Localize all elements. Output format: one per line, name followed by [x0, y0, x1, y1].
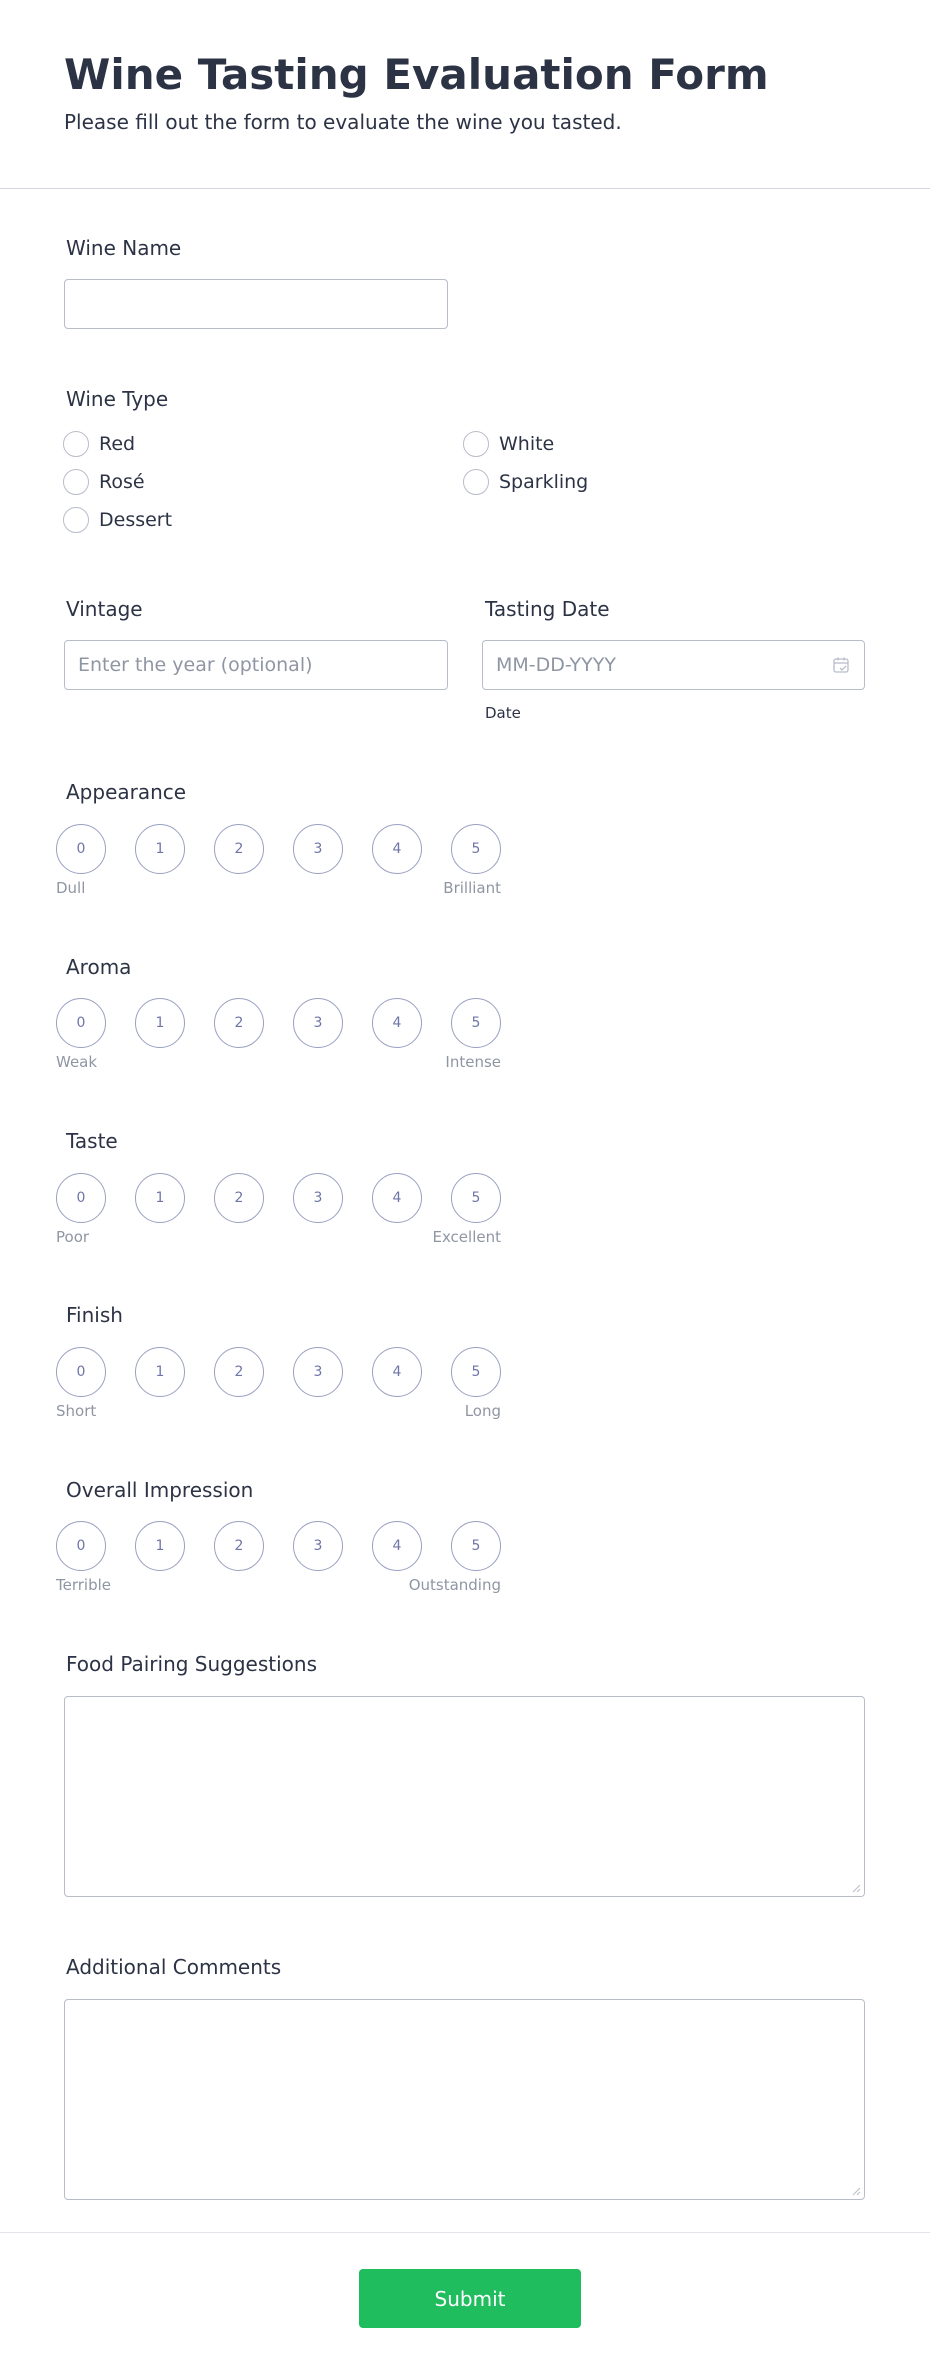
overall-rating-3[interactable]: 3	[293, 1521, 343, 1571]
finish-label: Finish	[66, 1303, 123, 1327]
radio-rose[interactable]: Rosé	[63, 468, 145, 496]
wine-type-label: Wine Type	[66, 387, 169, 411]
aroma-rating-1[interactable]: 1	[135, 998, 185, 1048]
tasting-date-label: Tasting Date	[485, 597, 610, 621]
appearance-rating-4[interactable]: 4	[372, 824, 422, 874]
appearance-rating-2[interactable]: 2	[214, 824, 264, 874]
finish-rating-4[interactable]: 4	[372, 1347, 422, 1397]
submit-button[interactable]: Submit	[359, 2269, 581, 2328]
vintage-placeholder: Enter the year (optional)	[78, 654, 313, 676]
tasting-date-sublabel: Date	[485, 704, 521, 722]
overall-rating-2[interactable]: 2	[214, 1521, 264, 1571]
resize-handle-icon[interactable]	[851, 1883, 861, 1893]
calendar-icon[interactable]	[832, 656, 850, 674]
taste-rating-3[interactable]: 3	[293, 1173, 343, 1223]
food-pairing-textarea[interactable]	[64, 1696, 865, 1897]
taste-rating-1[interactable]: 1	[135, 1173, 185, 1223]
radio-circle[interactable]	[63, 507, 89, 533]
overall-low-caption: Terrible	[56, 1576, 111, 1594]
appearance-rating-5[interactable]: 5	[451, 824, 501, 874]
finish-rating-2[interactable]: 2	[214, 1347, 264, 1397]
wine-name-input[interactable]	[64, 279, 448, 329]
aroma-rating-3[interactable]: 3	[293, 998, 343, 1048]
appearance-label: Appearance	[66, 780, 187, 804]
finish-rating-3[interactable]: 3	[293, 1347, 343, 1397]
taste-rating-5[interactable]: 5	[451, 1173, 501, 1223]
vintage-label: Vintage	[66, 597, 143, 621]
wine-name-label: Wine Name	[66, 236, 182, 260]
appearance-rating-3[interactable]: 3	[293, 824, 343, 874]
tasting-date-input[interactable]: MM-DD-YYYY	[482, 640, 865, 690]
finish-rating-5[interactable]: 5	[451, 1347, 501, 1397]
aroma-rating-0[interactable]: 0	[56, 998, 106, 1048]
taste-rating-4[interactable]: 4	[372, 1173, 422, 1223]
radio-label-white: White	[499, 433, 555, 455]
appearance-low-caption: Dull	[56, 879, 86, 897]
radio-white[interactable]: White	[463, 430, 554, 458]
taste-low-caption: Poor	[56, 1228, 90, 1246]
appearance-high-caption: Brilliant	[443, 879, 501, 897]
radio-label-rose: Rosé	[99, 471, 145, 493]
food-pairing-label: Food Pairing Suggestions	[66, 1652, 318, 1676]
radio-circle[interactable]	[63, 431, 89, 457]
overall-rating-5[interactable]: 5	[451, 1521, 501, 1571]
radio-label-dessert: Dessert	[99, 509, 173, 531]
finish-rating-0[interactable]: 0	[56, 1347, 106, 1397]
taste-high-caption: Excellent	[432, 1228, 501, 1246]
radio-label-sparkling: Sparkling	[499, 471, 589, 493]
aroma-rating-5[interactable]: 5	[451, 998, 501, 1048]
aroma-rating-2[interactable]: 2	[214, 998, 264, 1048]
aroma-rating-4[interactable]: 4	[372, 998, 422, 1048]
appearance-rating-0[interactable]: 0	[56, 824, 106, 874]
radio-sparkling[interactable]: Sparkling	[463, 468, 588, 496]
comments-textarea[interactable]	[64, 1999, 865, 2200]
form-header: Wine Tasting Evaluation Form Please fill…	[0, 0, 930, 189]
comments-label: Additional Comments	[66, 1955, 282, 1979]
overall-impression-label: Overall Impression	[66, 1478, 254, 1502]
aroma-high-caption: Intense	[445, 1053, 501, 1071]
appearance-rating-1[interactable]: 1	[135, 824, 185, 874]
finish-high-caption: Long	[464, 1402, 501, 1420]
radio-circle[interactable]	[463, 431, 489, 457]
radio-label-red: Red	[99, 433, 136, 455]
overall-rating-1[interactable]: 1	[135, 1521, 185, 1571]
aroma-low-caption: Weak	[56, 1053, 98, 1071]
taste-rating-0[interactable]: 0	[56, 1173, 106, 1223]
radio-circle[interactable]	[463, 469, 489, 495]
radio-red[interactable]: Red	[63, 430, 135, 458]
tasting-date-placeholder: MM-DD-YYYY	[496, 654, 616, 676]
overall-high-caption: Outstanding	[408, 1576, 501, 1594]
resize-handle-icon[interactable]	[851, 2186, 861, 2196]
aroma-label: Aroma	[66, 955, 132, 979]
taste-label: Taste	[66, 1129, 118, 1153]
radio-dessert[interactable]: Dessert	[63, 506, 172, 534]
form-title: Wine Tasting Evaluation Form	[64, 50, 769, 99]
overall-rating-4[interactable]: 4	[372, 1521, 422, 1571]
vintage-input[interactable]: Enter the year (optional)	[64, 640, 448, 690]
overall-rating-0[interactable]: 0	[56, 1521, 106, 1571]
form-subtitle: Please fill out the form to evaluate the…	[64, 110, 622, 134]
finish-low-caption: Short	[56, 1402, 97, 1420]
radio-circle[interactable]	[63, 469, 89, 495]
finish-rating-1[interactable]: 1	[135, 1347, 185, 1397]
taste-rating-2[interactable]: 2	[214, 1173, 264, 1223]
